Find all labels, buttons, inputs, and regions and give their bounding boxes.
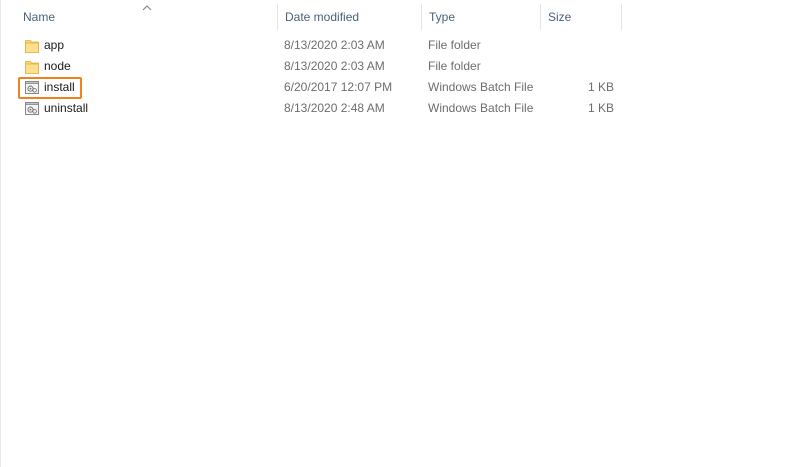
file-date: 8/13/2020 2:48 AM <box>284 101 385 115</box>
file-row-install[interactable]: install 6/20/2017 12:07 PM Windows Batch… <box>16 77 622 99</box>
column-header-size-label: Size <box>548 10 572 24</box>
batch-file-icon <box>25 81 39 94</box>
column-resize-handle[interactable] <box>621 4 622 30</box>
file-name: install <box>44 80 75 94</box>
folder-icon <box>25 61 39 74</box>
file-name: uninstall <box>44 101 89 115</box>
file-name-cell: app <box>16 35 276 56</box>
column-header-type-label: Type <box>429 10 456 24</box>
file-list: app 8/13/2020 2:03 AM File folder node 8… <box>16 35 622 119</box>
column-header-name-label: Name <box>23 10 56 24</box>
file-name-cell: install <box>16 77 276 98</box>
file-size <box>542 35 614 56</box>
column-header-name[interactable]: Name <box>16 4 278 30</box>
batch-file-icon <box>25 102 39 115</box>
chevron-up-icon <box>142 5 152 11</box>
file-row-app[interactable]: app 8/13/2020 2:03 AM File folder <box>16 35 622 56</box>
file-name-cell: uninstall <box>16 98 276 119</box>
file-date: 6/20/2017 12:07 PM <box>284 80 393 94</box>
file-list-pane: Name Date modified Type Size app 8/13/20… <box>0 0 812 467</box>
file-name: node <box>44 59 71 73</box>
pane-border <box>0 0 1 467</box>
file-type: File folder <box>428 59 481 73</box>
file-type: Windows Batch File <box>428 101 534 115</box>
file-type: File folder <box>428 38 481 52</box>
file-size: 1 KB <box>587 101 614 115</box>
file-row-uninstall[interactable]: uninstall 8/13/2020 2:48 AM Windows Batc… <box>16 98 622 119</box>
file-name: app <box>44 38 65 52</box>
file-size <box>542 56 614 77</box>
column-header-size[interactable]: Size <box>541 4 622 30</box>
file-row-node[interactable]: node 8/13/2020 2:03 AM File folder <box>16 56 622 77</box>
column-header-bar: Name Date modified Type Size <box>16 4 622 30</box>
folder-icon <box>25 40 39 53</box>
column-header-type[interactable]: Type <box>422 4 541 30</box>
column-header-date-label: Date modified <box>285 10 360 24</box>
file-name-cell: node <box>16 56 276 77</box>
file-date: 8/13/2020 2:03 AM <box>284 38 385 52</box>
file-type: Windows Batch File <box>428 80 534 94</box>
file-size: 1 KB <box>587 80 614 94</box>
column-header-date-modified[interactable]: Date modified <box>278 4 422 30</box>
file-date: 8/13/2020 2:03 AM <box>284 59 385 73</box>
